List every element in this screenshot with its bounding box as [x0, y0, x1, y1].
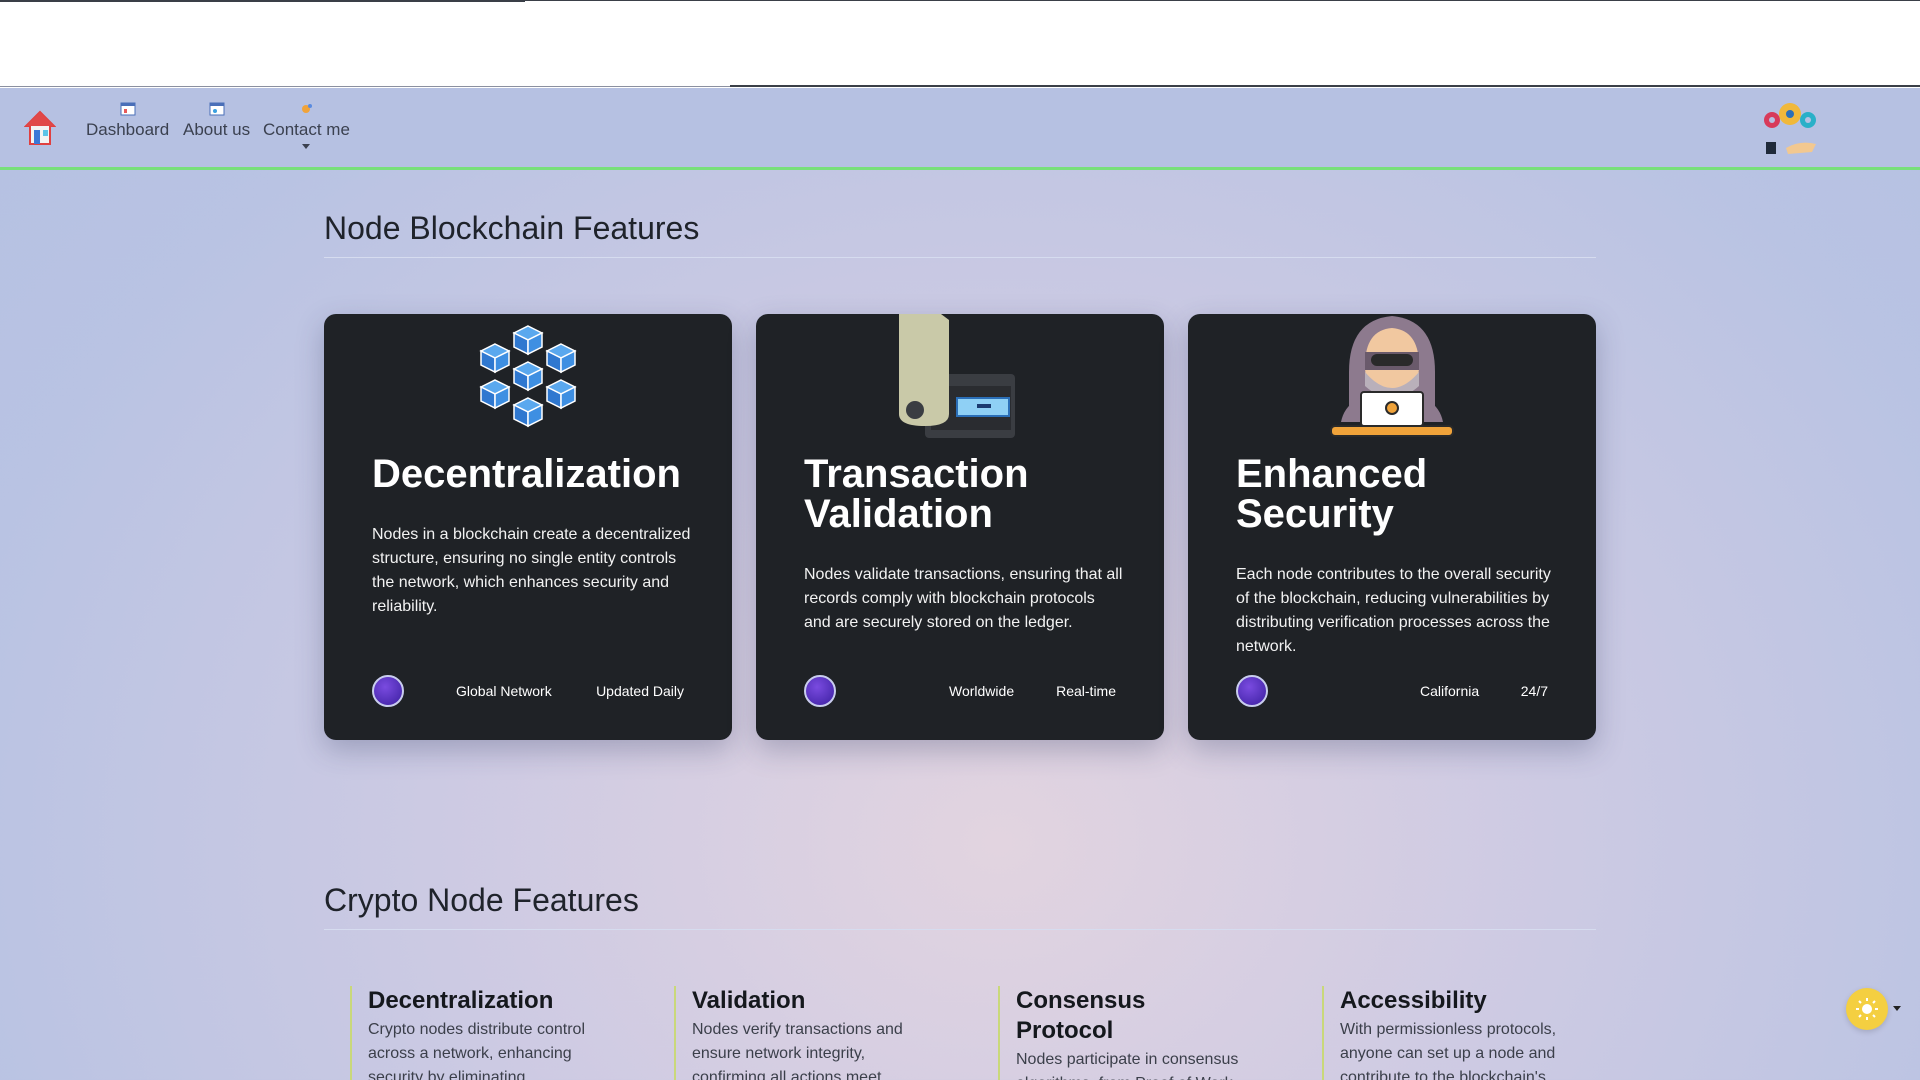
feature-text: Nodes participate in consensus algorithm…: [1016, 1051, 1239, 1080]
card-location: California: [1420, 683, 1480, 699]
lock-icon: [1236, 675, 1268, 707]
crypto-feature-validation: Validation Nodes verify transactions and…: [674, 986, 924, 1080]
theme-toggle-button[interactable]: [1846, 988, 1888, 1030]
crypto-feature-consensus: Consensus Protocol Nodes participate in …: [998, 986, 1248, 1080]
card-description: Nodes validate transactions, ensuring th…: [804, 566, 1123, 631]
card-footer: Worldwide Real-time: [804, 675, 1116, 707]
feature-title: Consensus Protocol: [1016, 987, 1146, 1044]
dashboard-icon: [120, 102, 136, 116]
card-title: Enhanced Security: [1236, 452, 1428, 536]
card-art: [1188, 314, 1596, 444]
card-frequency: Real-time: [1056, 683, 1116, 699]
sun-icon: [1856, 998, 1878, 1020]
top-divider: [525, 0, 1920, 1]
nav-contact-label: Contact me: [263, 120, 350, 139]
card-title: Decentralization: [372, 452, 681, 496]
card-description: Nodes in a blockchain create a decentral…: [372, 526, 691, 615]
top-divider: [0, 86, 730, 87]
nav-about-label: About us: [183, 120, 251, 139]
crypto-feature-accessibility: Accessibility With permissionless protoc…: [1322, 986, 1572, 1080]
feature-title: Accessibility: [1340, 987, 1487, 1014]
card-art: [756, 314, 1164, 444]
section-title-crypto: Crypto Node Features: [324, 882, 1596, 930]
card-frequency: Updated Daily: [596, 683, 684, 699]
card-footer: California 24/7: [1236, 675, 1548, 707]
chevron-down-icon[interactable]: [1893, 1006, 1901, 1011]
card-location: Global Network: [456, 683, 552, 699]
home-icon[interactable]: [24, 110, 56, 146]
verified-badge-icon: [804, 675, 836, 707]
feature-card-transaction-validation: Transaction Validation Nodes validate tr…: [756, 314, 1164, 740]
chevron-down-icon: [302, 144, 311, 149]
card-location: Worldwide: [949, 683, 1015, 699]
nav-dashboard-label: Dashboard: [86, 120, 170, 139]
about-icon: [209, 102, 225, 116]
browser-top-area: [0, 0, 1920, 88]
nav-dashboard[interactable]: Dashboard: [86, 102, 169, 140]
feature-text: With permissionless protocols, anyone ca…: [1340, 1021, 1557, 1080]
feature-card-decentralization: Decentralization Nodes in a blockchain c…: [324, 314, 732, 740]
section-title-blockchain: Node Blockchain Features: [324, 210, 1596, 258]
feature-card-enhanced-security: Enhanced Security Each node contributes …: [1188, 314, 1596, 740]
main-navbar: Dashboard About us Contact me: [0, 88, 1920, 170]
contact-icon: [302, 104, 313, 113]
card-description: Each node contributes to the overall sec…: [1236, 566, 1551, 655]
card-title: Transaction Validation: [804, 452, 1029, 536]
hardware-wallet-icon: [899, 314, 1015, 438]
cubes-icon: [479, 325, 577, 428]
feature-text: Nodes verify transactions and ensure net…: [692, 1021, 903, 1080]
top-divider: [730, 85, 1920, 87]
feature-text: Crypto nodes distribute control across a…: [368, 1021, 585, 1080]
feature-title: Validation: [692, 987, 806, 1014]
crypto-feature-decentralization: Decentralization Crypto nodes distribute…: [350, 986, 600, 1080]
gears-logo-icon[interactable]: [1760, 100, 1822, 158]
nav-contact-me[interactable]: Contact me: [263, 102, 350, 149]
card-art: [324, 314, 732, 444]
hacker-icon: [1330, 316, 1454, 437]
nav-about-us[interactable]: About us: [183, 102, 250, 140]
card-frequency: 24/7: [1520, 683, 1548, 699]
card-footer: Global Network Updated Daily: [372, 675, 684, 707]
top-divider: [0, 0, 525, 2]
globe-icon: [372, 675, 404, 707]
feature-title: Decentralization: [368, 987, 554, 1014]
